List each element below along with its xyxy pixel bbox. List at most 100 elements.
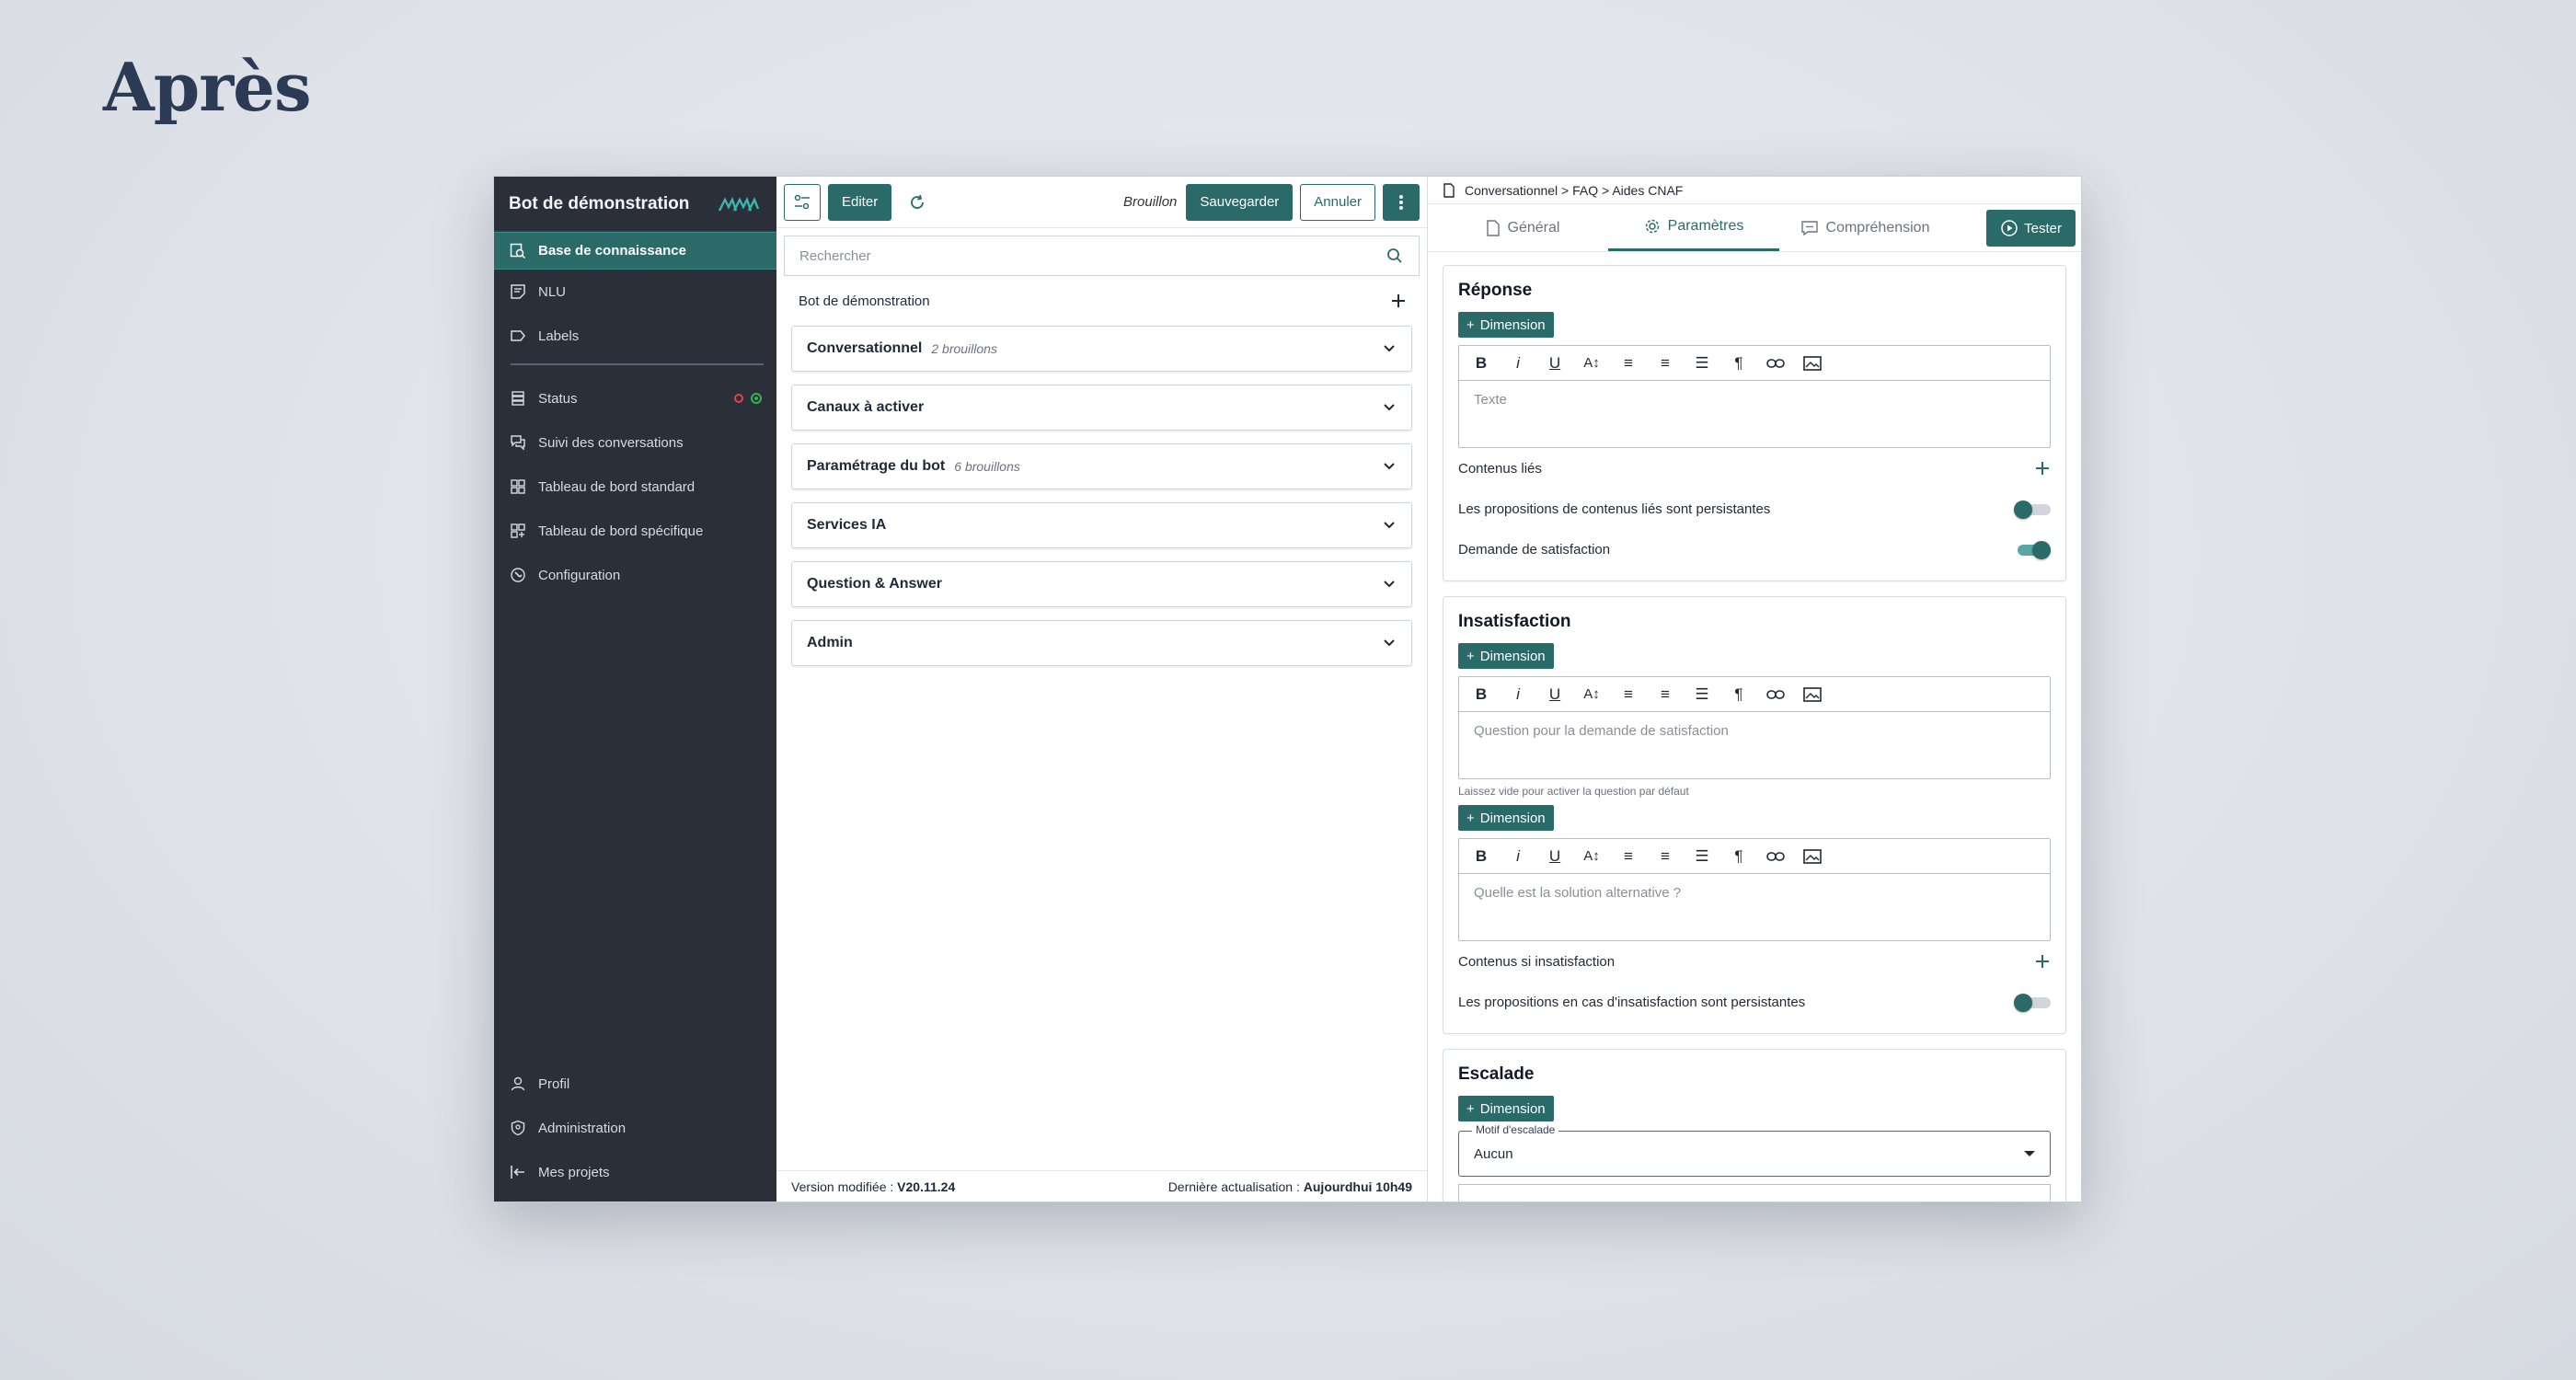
add-icon[interactable] — [2034, 953, 2051, 970]
sidebar-item-status[interactable]: Status — [494, 376, 776, 420]
sidebar-item-nlu[interactable]: NLU — [494, 270, 776, 314]
add-dimension-button[interactable]: + Dimension — [1458, 643, 1554, 669]
image-icon[interactable] — [1796, 681, 1829, 708]
ordered-list-icon[interactable]: ☰ — [1685, 843, 1719, 870]
paragraph-icon[interactable]: ¶ — [1722, 843, 1755, 870]
accordion-canaux[interactable]: Canaux à activer — [791, 385, 1412, 431]
link-icon[interactable] — [1759, 681, 1792, 708]
bold-icon[interactable]: B — [1465, 843, 1498, 870]
accordion-parametrage[interactable]: Paramétrage du bot 6 brouillons — [791, 443, 1412, 489]
paragraph-icon[interactable]: ¶ — [1722, 350, 1755, 377]
paragraph-icon[interactable]: ¶ — [1722, 681, 1755, 708]
bold-icon[interactable]: B — [1465, 681, 1498, 708]
section-reponse: Réponse + Dimension B i U A↕ ≡ ≡ ☰ ¶ Tex… — [1443, 265, 2066, 581]
sidebar-item-base-de-connaissance[interactable]: Base de connaissance — [494, 232, 776, 270]
edit-button[interactable]: Editer — [828, 183, 892, 221]
ordered-list-icon[interactable]: ☰ — [1685, 681, 1719, 708]
search-icon — [1387, 248, 1402, 263]
breadcrumb: Conversationnel > FAQ > Aides CNAF — [1428, 177, 2081, 204]
tab-parametres[interactable]: Paramètres — [1608, 204, 1779, 251]
sidebar-item-labels[interactable]: Labels — [494, 314, 776, 358]
insatisfaction-persistent-toggle[interactable] — [2014, 993, 2051, 1012]
detail-body: Réponse + Dimension B i U A↕ ≡ ≡ ☰ ¶ Tex… — [1428, 252, 2081, 1202]
align-center-icon[interactable]: ≡ — [1649, 350, 1682, 377]
rich-text-editor: B i U A↕ ≡ ≡ ☰ ¶ — [1458, 838, 2051, 941]
align-left-icon[interactable]: ≡ — [1612, 843, 1645, 870]
underline-icon[interactable]: U — [1538, 843, 1571, 870]
add-dimension-button[interactable]: + Dimension — [1458, 1096, 1554, 1121]
editor-toolbar: B i U A↕ ≡ ≡ ☰ ¶ — [1459, 839, 2050, 874]
text-size-icon[interactable]: A↕ — [1575, 681, 1608, 708]
hint-text: Laissez vide pour activer la question pa… — [1458, 785, 1689, 798]
escalade-motif-select[interactable]: Motif d'escalade Aucun — [1458, 1123, 2051, 1177]
document-icon — [1486, 219, 1500, 236]
italic-icon[interactable]: i — [1501, 843, 1535, 870]
linked-contents-label: Contenus liés — [1458, 460, 1542, 477]
sidebar-item-label: Administration — [538, 1120, 627, 1136]
sidebar-item-tableau-standard[interactable]: Tableau de bord standard — [494, 465, 776, 509]
reponse-text-field[interactable]: Texte — [1459, 381, 2050, 447]
image-icon[interactable] — [1796, 843, 1829, 870]
filter-button[interactable] — [784, 183, 821, 221]
more-options-button[interactable] — [1383, 183, 1420, 221]
section-title: Escalade — [1458, 1064, 1535, 1084]
update-info: Dernière actualisation : Aujourdhui 10h4… — [1168, 1179, 1412, 1194]
chevron-down-icon — [1384, 404, 1395, 411]
accordion-services-ia[interactable]: Services IA — [791, 502, 1412, 548]
add-dimension-button[interactable]: + Dimension — [1458, 805, 1554, 831]
tab-general[interactable]: Général — [1437, 204, 1608, 251]
accordion-admin[interactable]: Admin — [791, 620, 1412, 666]
refresh-icon — [911, 194, 925, 209]
persistent-toggle[interactable] — [2014, 500, 2051, 519]
dashboard-add-icon — [509, 522, 527, 540]
select-value: Aucun — [1474, 1145, 1513, 1162]
chat-icon — [509, 433, 527, 452]
insatisfaction-contents-label: Contenus si insatisfaction — [1458, 953, 1616, 970]
add-icon[interactable] — [2034, 460, 2051, 477]
sidebar-item-configuration[interactable]: Configuration — [494, 553, 776, 597]
add-dimension-button[interactable]: + Dimension — [1458, 312, 1554, 338]
ordered-list-icon[interactable]: ☰ — [1685, 350, 1719, 377]
escalade-content-field[interactable] — [1458, 1184, 2051, 1202]
text-size-icon[interactable]: A↕ — [1575, 350, 1608, 377]
plus-icon: + — [1466, 1100, 1475, 1117]
version-value: V20.11.24 — [897, 1179, 956, 1194]
accordion-title: Services IA — [807, 517, 887, 533]
image-icon[interactable] — [1796, 350, 1829, 377]
italic-icon[interactable]: i — [1501, 350, 1535, 377]
align-center-icon[interactable]: ≡ — [1649, 843, 1682, 870]
shield-icon — [509, 1119, 527, 1137]
text-size-icon[interactable]: A↕ — [1575, 843, 1608, 870]
sidebar-item-administration[interactable]: Administration — [494, 1106, 776, 1150]
save-button[interactable]: Sauvegarder — [1186, 183, 1294, 221]
search-input[interactable]: Rechercher — [784, 236, 1420, 276]
section-insatisfaction: Insatisfaction + Dimension B i U A↕ ≡ ≡ ☰… — [1443, 596, 2066, 1034]
cancel-button[interactable]: Annuler — [1300, 183, 1375, 221]
bold-icon[interactable]: B — [1465, 350, 1498, 377]
app-title: Bot de démonstration — [509, 193, 690, 213]
tab-comprehension[interactable]: Compréhension — [1779, 204, 1950, 251]
underline-icon[interactable]: U — [1538, 681, 1571, 708]
underline-icon[interactable]: U — [1538, 350, 1571, 377]
satisfaction-toggle[interactable] — [2014, 540, 2051, 559]
link-icon[interactable] — [1759, 843, 1792, 870]
sidebar-item-mes-projets[interactable]: Mes projets — [494, 1150, 776, 1194]
alternative-solution-field[interactable]: Quelle est la solution alternative ? — [1459, 874, 2050, 940]
sidebar-item-profil[interactable]: Profil — [494, 1062, 776, 1106]
accordion-conversationnel[interactable]: Conversationnel 2 brouillons — [791, 326, 1412, 372]
add-icon[interactable] — [1390, 293, 1407, 309]
align-left-icon[interactable]: ≡ — [1612, 350, 1645, 377]
link-icon[interactable] — [1759, 350, 1792, 377]
satisfaction-question-field[interactable]: Question pour la demande de satisfaction — [1459, 712, 2050, 778]
align-left-icon[interactable]: ≡ — [1612, 681, 1645, 708]
align-center-icon[interactable]: ≡ — [1649, 681, 1682, 708]
refresh-button[interactable] — [899, 184, 936, 221]
sidebar-item-suivi-conversations[interactable]: Suivi des conversations — [494, 420, 776, 465]
sidebar-item-tableau-specifique[interactable]: Tableau de bord spécifique — [494, 509, 776, 553]
italic-icon[interactable]: i — [1501, 681, 1535, 708]
sidebar-item-label: Status — [538, 390, 578, 407]
accordion-question-answer[interactable]: Question & Answer — [791, 561, 1412, 607]
tester-button[interactable]: Tester — [1986, 210, 2076, 247]
draft-status: Brouillon — [1123, 194, 1178, 210]
status-indicators — [734, 393, 762, 404]
